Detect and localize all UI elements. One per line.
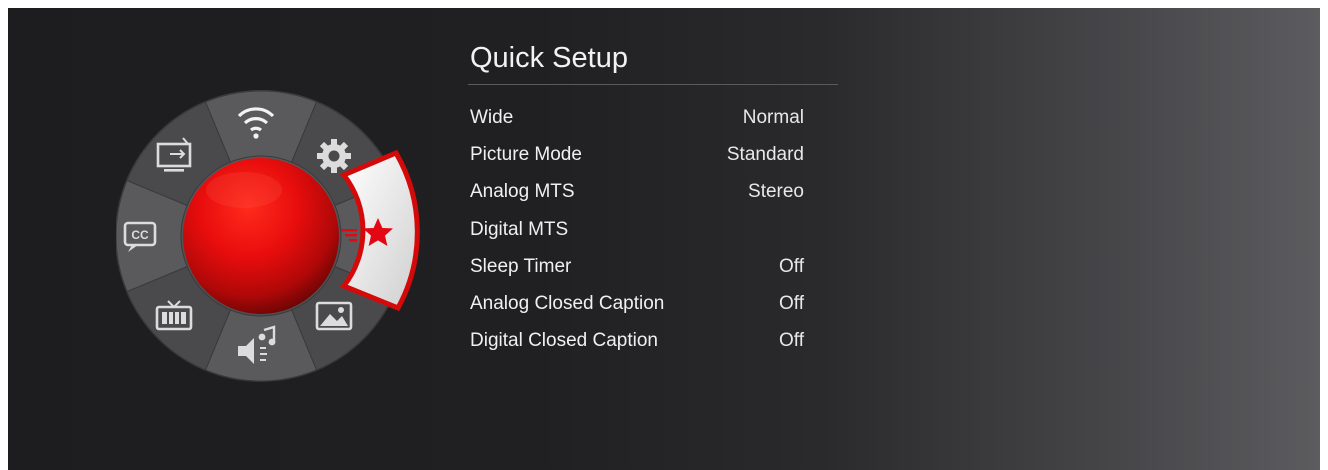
- menu-item-value: Off: [779, 292, 804, 314]
- svg-text:CC: CC: [131, 228, 149, 242]
- menu-item-label: Analog MTS: [470, 181, 575, 203]
- menu-item-label: Digital Closed Caption: [470, 330, 658, 352]
- menu-item-label: Picture Mode: [470, 144, 582, 166]
- menu-item-value: Stereo: [748, 181, 804, 203]
- menu-wheel: CC: [116, 78, 438, 394]
- menu-item-label: Analog Closed Caption: [470, 292, 665, 314]
- tv-menu-screen: CC Quick Setup Wide Normal Picture Mode …: [8, 8, 1320, 470]
- menu-item-wide[interactable]: Wide Normal: [468, 99, 838, 136]
- menu-item-digital-closed-caption[interactable]: Digital Closed Caption Off: [468, 322, 838, 359]
- menu-item-label: Sleep Timer: [470, 255, 572, 277]
- menu-item-value: Normal: [742, 107, 804, 128]
- title-divider: [468, 84, 838, 85]
- menu-item-analog-mts[interactable]: Analog MTS Stereo: [468, 173, 838, 210]
- menu-item-value: Off: [779, 255, 804, 277]
- quick-setup-panel: Quick Setup Wide Normal Picture Mode Sta…: [468, 38, 838, 359]
- menu-item-digital-mts[interactable]: Digital MTS: [468, 211, 838, 248]
- panel-title: Quick Setup: [470, 42, 628, 74]
- menu-item-picture-mode[interactable]: Picture Mode Standard: [468, 136, 838, 173]
- gear-icon[interactable]: [317, 139, 351, 173]
- menu-item-analog-closed-caption[interactable]: Analog Closed Caption Off: [468, 285, 838, 322]
- menu-item-sleep-timer[interactable]: Sleep Timer Off: [468, 248, 838, 285]
- menu-item-value: Standard: [726, 144, 804, 166]
- menu-item-label: Digital MTS: [470, 218, 569, 240]
- center-orb-highlight: [206, 172, 282, 208]
- menu-item-value: Off: [779, 330, 804, 352]
- menu-item-label: Wide: [470, 107, 514, 128]
